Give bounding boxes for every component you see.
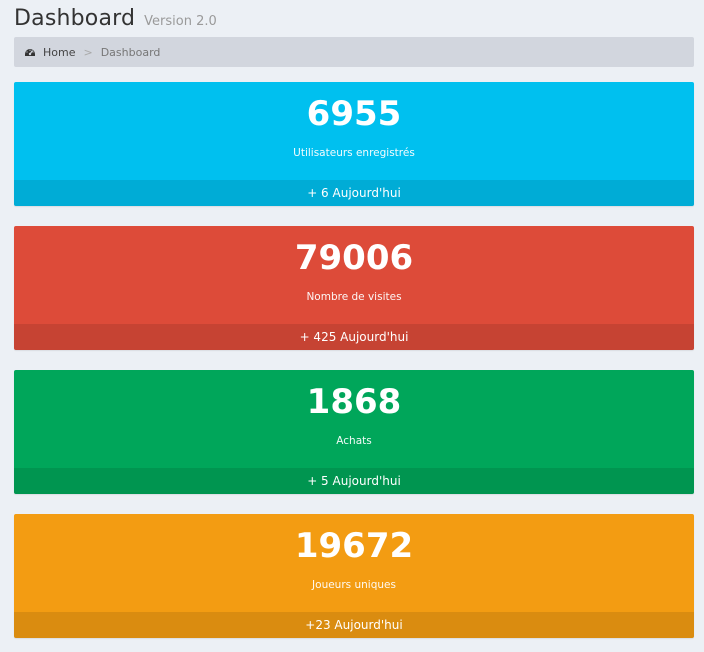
stat-value: 1868 (306, 382, 402, 422)
page-title: Dashboard (14, 6, 136, 31)
breadcrumb: Home > Dashboard (14, 37, 694, 67)
page-subtitle: Version 2.0 (144, 14, 217, 29)
stat-footer[interactable]: + 6 Aujourd'hui (14, 180, 694, 206)
breadcrumb-home-link[interactable]: Home (43, 46, 75, 59)
stat-card-registered-users: 6955 Utilisateurs enregistrés + 6 Aujour… (14, 82, 694, 206)
stat-label: Achats (336, 435, 372, 447)
tachometer-icon (24, 46, 36, 58)
stat-value: 6955 (306, 94, 402, 134)
stat-value: 19672 (294, 526, 414, 566)
stat-label: Joueurs uniques (312, 579, 396, 591)
page-header: Dashboard Version 2.0 (14, 6, 217, 31)
dashboard-page: Dashboard Version 2.0 Home > Dashboard 6… (0, 0, 704, 652)
stat-value: 79006 (294, 238, 414, 278)
stat-card-visits: 79006 Nombre de visites + 425 Aujourd'hu… (14, 226, 694, 350)
stat-card-unique-players: 19672 Joueurs uniques +23 Aujourd'hui (14, 514, 694, 638)
stat-card-purchases: 1868 Achats + 5 Aujourd'hui (14, 370, 694, 494)
stat-footer[interactable]: +23 Aujourd'hui (14, 612, 694, 638)
breadcrumb-current: Dashboard (100, 45, 161, 59)
stat-label: Nombre de visites (306, 291, 402, 303)
stat-footer[interactable]: + 5 Aujourd'hui (14, 468, 694, 494)
breadcrumb-separator: > (83, 45, 93, 59)
stat-footer[interactable]: + 425 Aujourd'hui (14, 324, 694, 350)
stat-label: Utilisateurs enregistrés (293, 147, 415, 159)
